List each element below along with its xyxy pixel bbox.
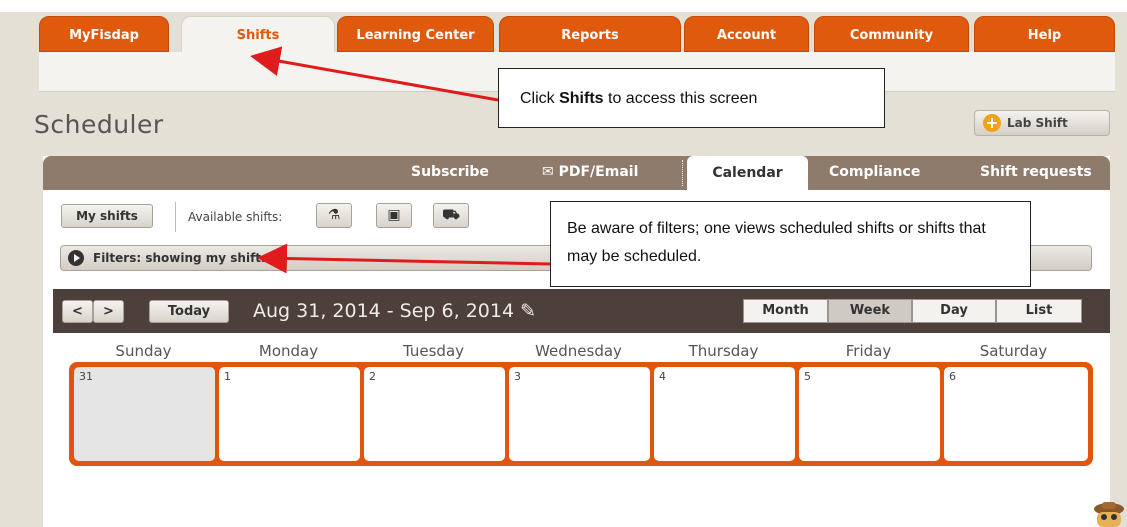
callout-shifts: Click Shifts to access this screen <box>498 68 885 128</box>
callout-shifts-pre: Click <box>520 90 560 107</box>
callout-filters: Be aware of filters; one views scheduled… <box>550 201 1031 287</box>
mascot-icon <box>1094 502 1124 527</box>
arrow-to-filters <box>257 243 551 274</box>
callout-shifts-bold: Shifts <box>559 90 604 107</box>
arrow-to-shifts-tab <box>250 46 499 102</box>
callout-shifts-post: to access this screen <box>603 90 758 107</box>
